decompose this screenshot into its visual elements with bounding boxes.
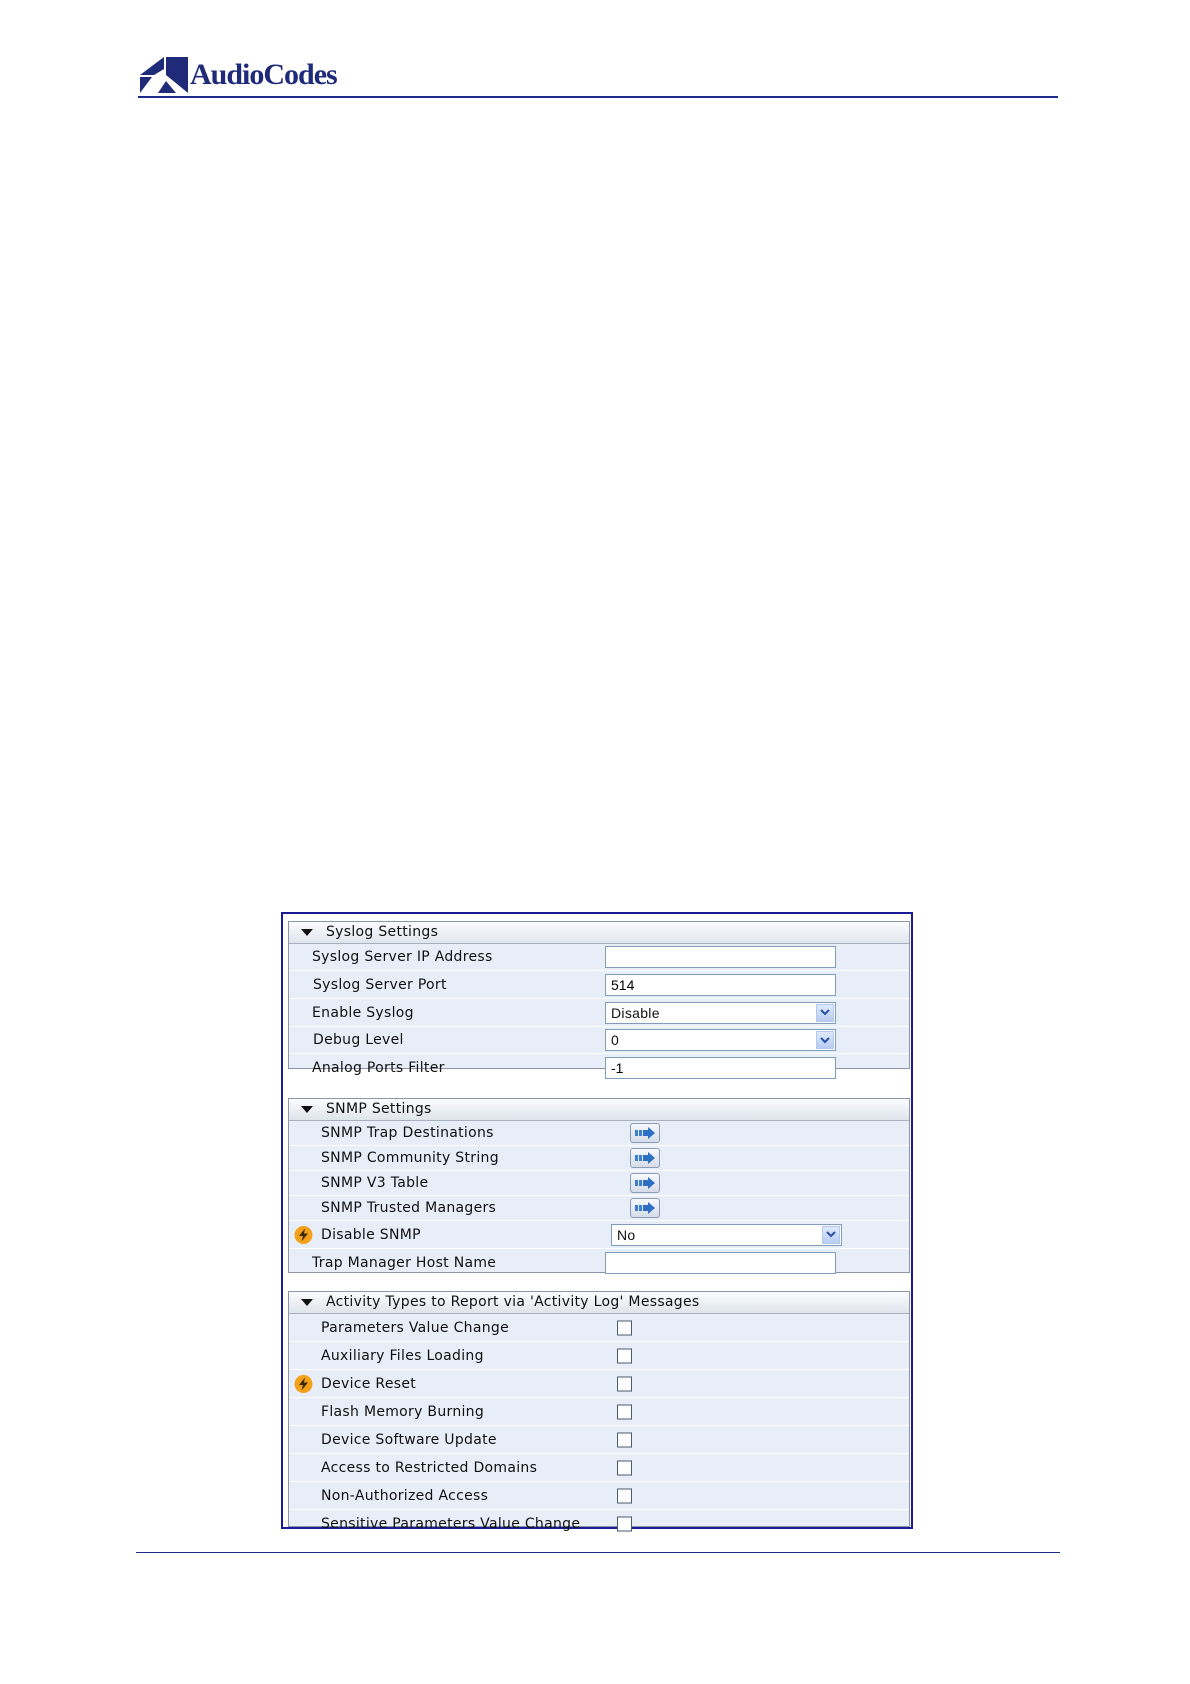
analog-ports-filter-input[interactable] xyxy=(605,1057,836,1079)
collapse-triangle-icon[interactable] xyxy=(301,929,313,936)
enable-syslog-row: Enable Syslog Disable xyxy=(289,999,909,1027)
arrow-right-icon[interactable] xyxy=(630,1173,660,1193)
activity-row: Access to Restricted Domains xyxy=(289,1454,909,1482)
activity-row: Auxiliary Files Loading xyxy=(289,1342,909,1370)
field-label: Analog Ports Filter xyxy=(312,1060,445,1076)
sensitive-parameters-value-change-checkbox[interactable] xyxy=(617,1516,632,1531)
field-label: Device Software Update xyxy=(321,1431,497,1448)
select-value: Disable xyxy=(611,1004,660,1021)
activity-row: Flash Memory Burning xyxy=(289,1398,909,1426)
field-label: Trap Manager Host Name xyxy=(312,1255,497,1271)
device-software-update-checkbox[interactable] xyxy=(617,1432,632,1447)
syslog-server-ip-row: Syslog Server IP Address xyxy=(289,944,909,971)
field-label: Device Reset xyxy=(321,1375,417,1392)
field-label: Enable Syslog xyxy=(312,1004,414,1021)
lightning-icon xyxy=(294,1374,313,1393)
snmp-trusted-managers-row: SNMP Trusted Managers xyxy=(289,1196,909,1221)
chevron-down-icon[interactable] xyxy=(816,1031,834,1049)
field-label: Non-Authorized Access xyxy=(321,1487,489,1504)
arrow-right-icon[interactable] xyxy=(630,1123,660,1143)
activity-row: Sensitive Parameters Value Change xyxy=(289,1510,909,1537)
arrow-right-icon[interactable] xyxy=(630,1148,660,1168)
collapse-triangle-icon[interactable] xyxy=(301,1299,313,1306)
activity-row: Device Reset xyxy=(289,1370,909,1398)
debug-level-row: Debug Level 0 xyxy=(289,1027,909,1054)
header-rule xyxy=(138,96,1058,98)
logo-text: AudioCodes xyxy=(190,58,338,91)
syslog-server-port-input[interactable] xyxy=(605,973,836,996)
arrow-right-icon[interactable] xyxy=(630,1198,660,1218)
snmp-trap-destinations-row: SNMP Trap Destinations xyxy=(289,1121,909,1146)
collapse-triangle-icon[interactable] xyxy=(301,1106,313,1113)
analog-ports-filter-row: Analog Ports Filter xyxy=(289,1054,909,1082)
field-label: SNMP Community String xyxy=(321,1150,499,1166)
field-label: SNMP V3 Table xyxy=(321,1175,429,1191)
trap-manager-host-name-input[interactable] xyxy=(605,1252,836,1274)
disable-snmp-select[interactable]: No xyxy=(611,1223,842,1246)
device-reset-checkbox[interactable] xyxy=(617,1376,632,1391)
lightning-icon xyxy=(294,1225,313,1244)
snmp-settings-group: SNMP Settings SNMP Trap Destinations SNM… xyxy=(288,1098,910,1274)
field-label: Debug Level xyxy=(313,1032,404,1048)
activity-row: Non-Authorized Access xyxy=(289,1482,909,1510)
parameters-value-change-checkbox[interactable] xyxy=(617,1320,632,1335)
field-label: Access to Restricted Domains xyxy=(321,1459,538,1476)
access-to-restricted-domains-checkbox[interactable] xyxy=(617,1460,632,1475)
syslog-server-port-row: Syslog Server Port xyxy=(289,971,909,999)
group-title: Activity Types to Report via 'Activity L… xyxy=(326,1294,700,1310)
snmp-v3-table-row: SNMP V3 Table xyxy=(289,1171,909,1196)
disable-snmp-row: Disable SNMP No xyxy=(289,1221,909,1249)
field-label: Syslog Server Port xyxy=(313,976,447,993)
field-label: Sensitive Parameters Value Change xyxy=(321,1515,581,1532)
snmp-settings-header[interactable]: SNMP Settings xyxy=(289,1099,909,1121)
select-value: No xyxy=(617,1226,636,1243)
syslog-server-ip-input[interactable] xyxy=(605,946,836,968)
field-label: Disable SNMP xyxy=(321,1226,421,1243)
auxiliary-files-loading-checkbox[interactable] xyxy=(617,1348,632,1363)
enable-syslog-select[interactable]: Disable xyxy=(605,1001,836,1024)
non-authorized-access-checkbox[interactable] xyxy=(617,1488,632,1503)
field-label: Flash Memory Burning xyxy=(321,1403,485,1420)
chevron-down-icon[interactable] xyxy=(822,1225,840,1244)
field-label: SNMP Trap Destinations xyxy=(321,1125,494,1141)
field-label: SNMP Trusted Managers xyxy=(321,1200,497,1216)
snmp-community-string-row: SNMP Community String xyxy=(289,1146,909,1171)
field-label: Auxiliary Files Loading xyxy=(321,1347,484,1364)
trap-manager-host-name-row: Trap Manager Host Name xyxy=(289,1249,909,1277)
debug-level-select[interactable]: 0 xyxy=(605,1029,836,1051)
activity-row: Device Software Update xyxy=(289,1426,909,1454)
group-title: Syslog Settings xyxy=(326,924,439,940)
audiocodes-logo: AudioCodes xyxy=(140,56,338,94)
activity-log-header[interactable]: Activity Types to Report via 'Activity L… xyxy=(289,1292,909,1314)
syslog-settings-group: Syslog Settings Syslog Server IP Address… xyxy=(288,921,910,1079)
syslog-settings-header[interactable]: Syslog Settings xyxy=(289,922,909,944)
activity-row: Parameters Value Change xyxy=(289,1314,909,1342)
field-label: Parameters Value Change xyxy=(321,1319,509,1336)
group-title: SNMP Settings xyxy=(326,1101,432,1117)
audiocodes-logo-icon xyxy=(140,57,188,93)
select-value: 0 xyxy=(611,1032,620,1048)
activity-log-group: Activity Types to Report via 'Activity L… xyxy=(288,1291,910,1532)
flash-memory-burning-checkbox[interactable] xyxy=(617,1404,632,1419)
web-ui-screenshot: Syslog Settings Syslog Server IP Address… xyxy=(281,912,913,1532)
field-label: Syslog Server IP Address xyxy=(312,949,493,965)
footer-rule xyxy=(136,1552,1060,1553)
chevron-down-icon[interactable] xyxy=(816,1003,834,1022)
